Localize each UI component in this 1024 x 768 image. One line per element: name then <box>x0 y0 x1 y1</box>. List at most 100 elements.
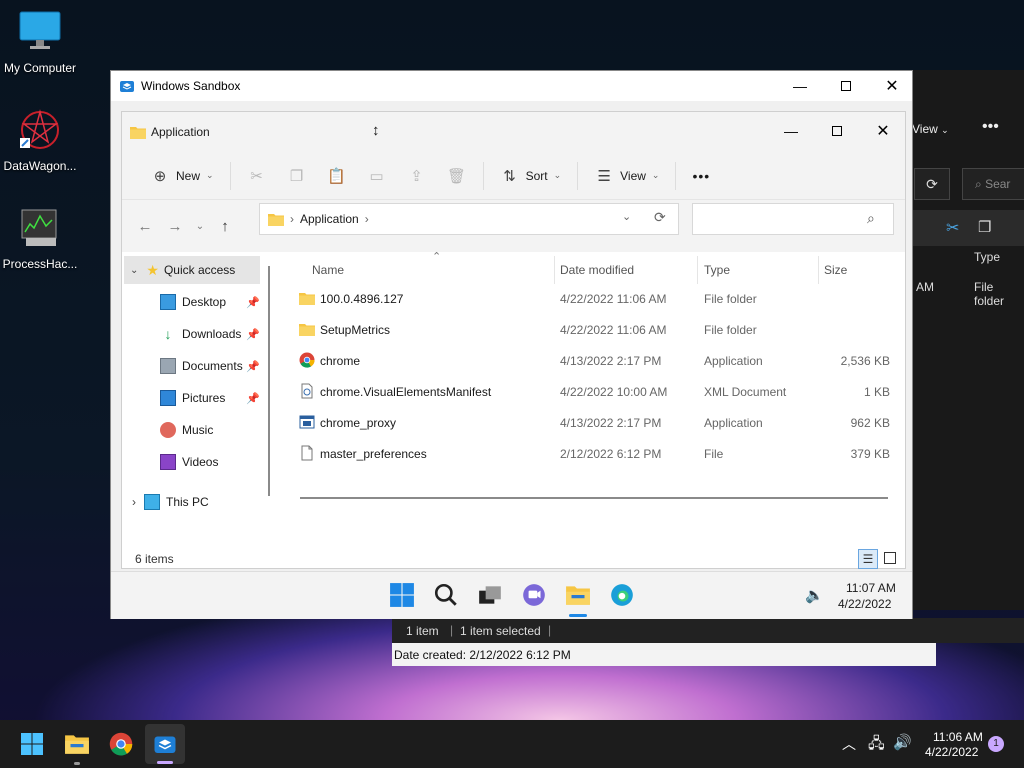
document-icon <box>160 358 176 374</box>
sandbox-title: Windows Sandbox <box>141 79 241 93</box>
new-label: New <box>176 168 201 183</box>
more-options-button[interactable]: ••• <box>682 160 720 192</box>
paste-button[interactable]: 📋 <box>317 160 357 192</box>
details-view-icon[interactable]: ☰ <box>858 549 878 569</box>
up-arrow-icon[interactable]: ↑ <box>210 218 240 235</box>
view-button[interactable]: ☰ View ⌄ <box>584 160 669 192</box>
address-bar[interactable]: › Application › ⌄ ⟳ <box>259 203 679 235</box>
refresh-icon: ⟳ <box>926 176 938 192</box>
nav-quick-access[interactable]: ⌄ ★ Quick access <box>130 256 235 284</box>
desktop-icon-my-computer[interactable]: My Computer <box>0 10 80 75</box>
background-view-button[interactable]: View ⌄ <box>912 122 949 136</box>
chat-icon[interactable] <box>521 582 547 608</box>
chrome-icon[interactable] <box>109 732 133 756</box>
nav-item-music[interactable]: Music <box>160 416 213 444</box>
nav-item-downloads[interactable]: ↓ Downloads 📌 <box>160 320 260 348</box>
show-hidden-icons-chevron-icon[interactable]: ︿ <box>842 734 856 754</box>
new-button[interactable]: ⊕ New ⌄ <box>140 160 224 192</box>
close-button[interactable]: ✕ <box>869 71 915 101</box>
breadcrumb-chevron-icon: › <box>364 212 369 226</box>
table-row[interactable]: chrome.VisualElementsManifest 4/22/2022 … <box>282 377 907 408</box>
copy-button[interactable]: ❐ <box>277 160 317 192</box>
maximize-button[interactable] <box>823 71 869 101</box>
table-row[interactable]: SetupMetrics 4/22/2022 11:06 AM File fol… <box>282 315 907 346</box>
column-header-date[interactable]: Date modified <box>560 256 634 284</box>
horizontal-scrollbar[interactable] <box>300 497 888 499</box>
share-button[interactable]: ⇪ <box>397 160 437 192</box>
start-icon[interactable] <box>389 582 415 608</box>
nav-item-documents[interactable]: Documents 📌 <box>160 352 260 380</box>
desktop-icon-datawagon[interactable]: DataWagon... <box>0 108 80 173</box>
table-row[interactable]: chrome 4/13/2022 2:17 PM Application 2,5… <box>282 346 907 377</box>
column-header-type[interactable]: Type <box>704 256 730 284</box>
desktop-icon-processhacker[interactable]: ProcessHac... <box>0 206 80 271</box>
copy-icon[interactable]: ❐ <box>978 218 991 236</box>
address-dropdown-icon[interactable]: ⌄ <box>622 210 631 223</box>
rename-button[interactable]: ▭ <box>357 160 397 192</box>
app-icon <box>299 415 315 429</box>
table-row[interactable]: master_preferences 2/12/2022 6:12 PM Fil… <box>282 439 907 470</box>
file-explorer-icon[interactable] <box>565 582 591 608</box>
navigation-pane: ⌄ ★ Quick access Desktop 📌 ↓ Downloads 📌… <box>122 256 272 536</box>
column-header-name[interactable]: Name <box>312 256 344 284</box>
explorer-title-bar[interactable]: Application ↕ — ✕ <box>122 112 905 152</box>
folder-icon <box>130 127 146 139</box>
delete-button[interactable]: 🗑 <box>437 160 477 192</box>
notification-badge[interactable]: 1 <box>988 736 1004 752</box>
nav-item-desktop[interactable]: Desktop 📌 <box>160 288 260 316</box>
background-type-header: Type <box>974 250 1001 264</box>
download-arrow-icon: ↓ <box>164 326 172 342</box>
scissors-icon[interactable]: ✂ <box>946 218 959 238</box>
explorer-close-button[interactable]: ✕ <box>860 116 906 146</box>
taskbar: ︿ 🖧 🔊 11:06 AM 4/22/2022 1 <box>0 720 1024 768</box>
search-box[interactable]: ⌕ <box>692 203 894 235</box>
search-icon: ⌕ <box>867 210 875 226</box>
column-header-size[interactable]: Size <box>824 256 847 284</box>
explorer-maximize-button[interactable] <box>814 116 860 146</box>
file-name: chrome_proxy <box>320 416 397 430</box>
recent-locations-chevron-icon[interactable]: ⌄ <box>190 221 210 232</box>
background-row-time: AM <box>916 280 934 294</box>
close-icon: ✕ <box>876 123 890 140</box>
network-icon[interactable]: 🖧 <box>868 733 885 758</box>
share-icon: ⇪ <box>410 167 423 185</box>
edge-icon[interactable] <box>609 582 635 608</box>
cut-button[interactable]: ✂ <box>237 160 277 192</box>
volume-icon[interactable]: 🔈 <box>805 586 824 604</box>
sandbox-title-bar[interactable]: Windows Sandbox — ✕ <box>111 71 912 101</box>
nav-item-pictures[interactable]: Pictures 📌 <box>160 384 260 412</box>
large-icons-view-icon[interactable] <box>884 552 896 564</box>
refresh-icon[interactable]: ⟳ <box>654 209 666 226</box>
table-row[interactable]: chrome_proxy 4/13/2022 2:17 PM Applicati… <box>282 408 907 439</box>
search-icon[interactable] <box>433 582 459 608</box>
file-type: Application <box>704 354 763 368</box>
background-search-box[interactable]: ⌕ Sear <box>962 168 1024 200</box>
explorer-minimize-button[interactable]: — <box>768 116 814 146</box>
start-icon[interactable] <box>20 732 44 756</box>
file-size: 379 KB <box>850 447 890 461</box>
volume-icon[interactable]: 🔊 <box>893 733 912 751</box>
desktop-icon-label: My Computer <box>3 61 77 75</box>
star-icon: ★ <box>146 261 159 278</box>
nav-this-pc[interactable]: › This PC <box>132 488 209 516</box>
file-list: ⌃ Name Date modified Type Size 100.0.489… <box>282 251 907 556</box>
nav-scrollbar[interactable] <box>268 266 270 496</box>
nav-item-videos[interactable]: Videos <box>160 448 218 476</box>
xml-icon <box>301 383 313 399</box>
sandbox-taskbar-button[interactable] <box>145 724 185 764</box>
breadcrumb-folder[interactable]: Application <box>300 212 359 226</box>
file-size: 2,536 KB <box>840 354 890 368</box>
file-explorer-icon[interactable] <box>64 731 90 757</box>
view-label: View <box>620 168 646 183</box>
chevron-down-icon: ⌄ <box>206 170 214 180</box>
more-options-icon[interactable]: ••• <box>982 118 999 136</box>
table-row[interactable]: 100.0.4896.127 4/22/2022 11:06 AM File f… <box>282 284 907 315</box>
more-options-icon: ••• <box>692 167 711 184</box>
back-arrow-icon[interactable]: ← <box>130 218 160 235</box>
nav-label: Desktop <box>182 295 227 309</box>
sort-button[interactable]: ⇅ Sort ⌄ <box>490 160 572 192</box>
task-view-icon[interactable] <box>477 582 503 608</box>
background-refresh-box[interactable]: ⟳ <box>914 168 950 200</box>
forward-arrow-icon[interactable]: → <box>160 218 190 235</box>
minimize-button[interactable]: — <box>777 71 823 101</box>
